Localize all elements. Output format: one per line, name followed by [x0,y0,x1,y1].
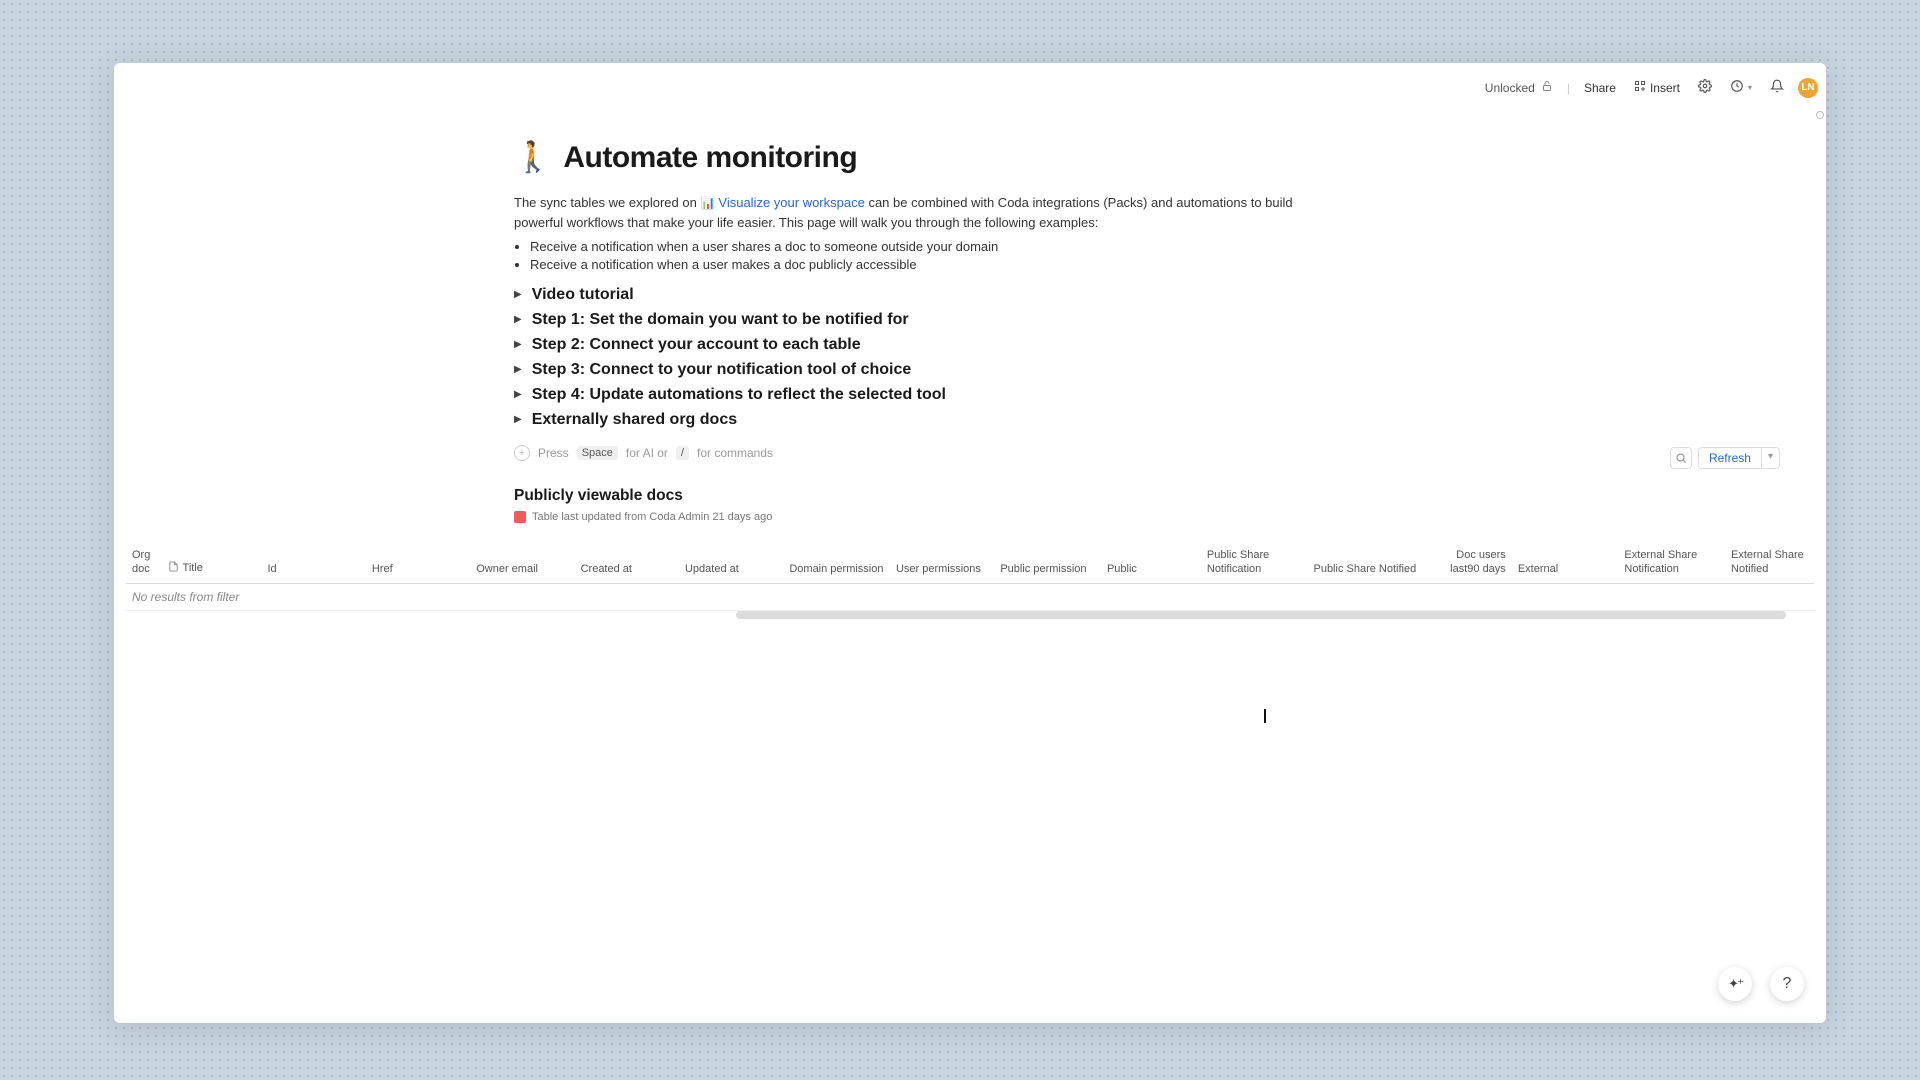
clock-icon [1730,79,1744,96]
for-commands-label: for commands [697,446,773,460]
col-owner-email[interactable]: Owner email [470,545,574,583]
col-href[interactable]: Href [366,545,470,583]
page-icon[interactable]: 🚶 [514,143,551,173]
toggle-label: Step 2: Connect your account to each tab… [532,336,861,354]
table-empty-row: No results from filter [126,583,1814,610]
unlocked-status[interactable]: Unlocked [1481,76,1557,99]
avatar-initials: LN [1801,82,1814,93]
col-external-share-notification[interactable]: External Share Notification [1618,545,1725,583]
publicly-viewable-section: Publicly viewable docs Table last update… [514,487,1780,523]
intro-paragraph[interactable]: The sync tables we explored on 📊Visualiz… [514,193,1314,233]
topbar-divider: | [1567,81,1570,95]
toggle-label: Step 3: Connect to your notification too… [532,361,912,379]
pack-badge-icon [514,511,526,523]
new-block-placeholder[interactable]: + Press Space for AI or / for commands [514,445,1780,461]
col-domain-permission[interactable]: Domain permission [783,545,890,583]
toggle-step3[interactable]: ▶ Step 3: Connect to your notification t… [514,361,1780,379]
topbar: Unlocked | Share Insert ▾ [1481,75,1818,100]
grid-plus-icon [1634,80,1646,95]
col-external-share-notified[interactable]: External Share Notified [1725,545,1814,583]
horizontal-scrollbar[interactable] [736,611,1786,619]
gear-icon [1698,79,1712,96]
col-title-label: Title [183,562,203,576]
text-cursor [1264,709,1266,723]
col-created-at[interactable]: Created at [575,545,679,583]
col-user-permissions[interactable]: User permissions [890,545,994,583]
history-button[interactable]: ▾ [1726,75,1756,100]
toggle-video-tutorial[interactable]: ▶ Video tutorial [514,286,1780,304]
question-mark-icon: ? [1783,975,1792,993]
sync-metadata: Table last updated from Coda Admin 21 da… [514,511,1780,523]
app-window: Unlocked | Share Insert ▾ [114,63,1826,1023]
triangle-right-icon: ▶ [514,415,522,425]
ai-assist-button[interactable] [1718,967,1752,1001]
col-org-doc[interactable]: Org doc [126,545,162,583]
section-title[interactable]: Publicly viewable docs [514,487,1780,505]
col-public-share-notified[interactable]: Public Share Notified [1307,545,1429,583]
caret-down-icon: ▾ [1748,83,1752,92]
toggle-step4[interactable]: ▶ Step 4: Update automations to reflect … [514,386,1780,404]
no-results-message: No results from filter [126,583,1814,610]
share-button[interactable]: Share [1580,77,1620,99]
unlock-icon [1541,80,1553,95]
settings-button[interactable] [1694,75,1716,100]
intro-bullets: Receive a notification when a user share… [530,239,1780,272]
table-search-button[interactable] [1670,447,1692,469]
triangle-right-icon: ▶ [514,315,522,325]
col-updated-at[interactable]: Updated at [679,545,783,583]
triangle-right-icon: ▶ [514,340,522,350]
col-external[interactable]: External [1512,545,1619,583]
toggle-label: Step 4: Update automations to reflect th… [532,386,946,404]
table-toolbar: Refresh ▾ [1670,447,1780,469]
help-button[interactable]: ? [1770,967,1804,1001]
sync-table: Org doc Title Id Href Owner email Create… [126,545,1814,611]
refresh-dropdown[interactable]: ▾ [1762,447,1780,469]
toggle-label: Externally shared org docs [532,411,737,429]
plus-circle-icon[interactable]: + [514,445,530,461]
space-key-hint: Space [577,446,618,460]
toggle-step2[interactable]: ▶ Step 2: Connect your account to each t… [514,336,1780,354]
col-public[interactable]: Public [1101,545,1201,583]
link-emoji-icon: 📊 [700,196,715,210]
list-item[interactable]: Receive a notification when a user share… [530,239,1780,254]
toggle-label: Step 1: Set the domain you want to be no… [532,311,909,329]
share-label: Share [1584,81,1616,95]
col-public-share-notification[interactable]: Public Share Notification [1201,545,1308,583]
slash-key-hint: / [676,446,689,460]
triangle-right-icon: ▶ [514,290,522,300]
bell-icon [1770,79,1784,96]
toggle-externally-shared[interactable]: ▶ Externally shared org docs [514,411,1780,429]
unlocked-label: Unlocked [1485,81,1535,95]
triangle-right-icon: ▶ [514,365,522,375]
visualize-workspace-link[interactable]: Visualize your workspace [718,195,864,210]
toggle-label: Video tutorial [532,286,634,304]
notifications-button[interactable] [1766,75,1788,100]
sparkle-plus-icon [1728,975,1742,993]
for-ai-label: for AI or [626,446,668,460]
user-avatar[interactable]: LN [1798,78,1818,98]
floating-actions: ? [1718,967,1804,1001]
press-label: Press [538,446,569,460]
toggle-step1[interactable]: ▶ Step 1: Set the domain you want to be … [514,311,1780,329]
triangle-right-icon: ▶ [514,390,522,400]
insert-button[interactable]: Insert [1630,76,1684,99]
intro-pre: The sync tables we explored on [514,195,700,210]
col-public-permission[interactable]: Public permission [994,545,1101,583]
insert-label: Insert [1650,81,1680,95]
refresh-button[interactable]: Refresh [1698,447,1762,469]
col-title[interactable]: Title [162,545,262,583]
document-icon [168,561,179,577]
col-id[interactable]: Id [261,545,365,583]
col-doc-users-90d[interactable]: Doc users last90 days [1430,545,1512,583]
list-item[interactable]: Receive a notification when a user makes… [530,257,1780,272]
search-icon [1675,452,1687,464]
sync-meta-text: Table last updated from Coda Admin 21 da… [532,511,772,523]
page-header: 🚶 Automate monitoring [514,141,1780,175]
toggle-list: ▶ Video tutorial ▶ Step 1: Set the domai… [514,286,1780,429]
page-title[interactable]: Automate monitoring [563,141,857,175]
